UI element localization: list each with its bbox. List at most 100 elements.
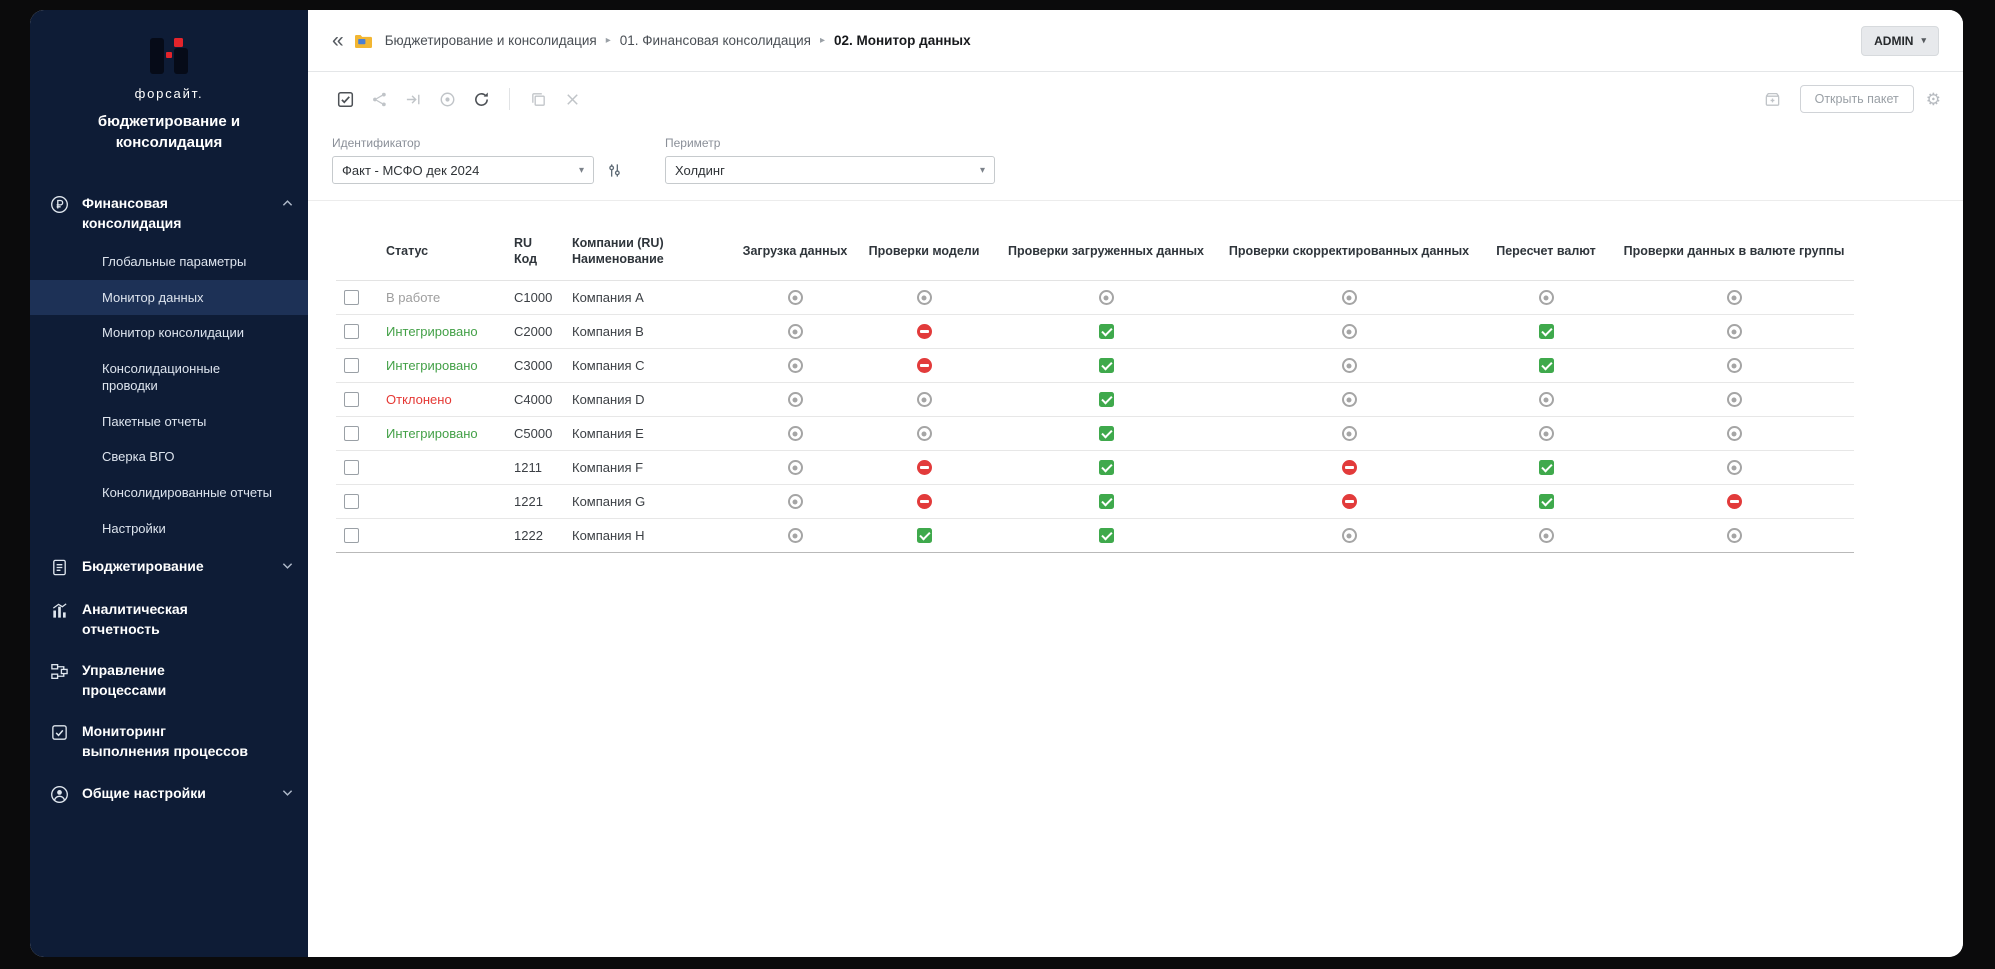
sidebar-subitem[interactable]: Консолидационные проводки	[30, 351, 308, 404]
select-rows-icon[interactable]	[330, 84, 360, 114]
check-ok-icon	[1098, 324, 1114, 340]
row-checkbox[interactable]	[344, 528, 359, 544]
checkbox-cell	[336, 348, 378, 383]
check-cell	[856, 518, 992, 553]
check-cell	[856, 280, 992, 315]
share-icon[interactable]	[364, 84, 394, 114]
ru-code-cell: C4000	[506, 382, 564, 417]
row-checkbox[interactable]	[344, 290, 359, 306]
check-cell	[992, 484, 1220, 519]
user-menu-button[interactable]: ADMIN ▾	[1861, 25, 1939, 56]
sidebar-item-process-management[interactable]: Управление процессами	[30, 650, 308, 711]
table-row: 1211 Компания F	[336, 450, 1854, 485]
check-pending-icon	[1341, 290, 1357, 306]
check-cell	[1220, 450, 1478, 485]
data-monitor-table-container: Статус RU Код Компании (RU) Наименование За…	[308, 201, 1963, 553]
record-circle-icon[interactable]	[432, 84, 462, 114]
check-pending-icon	[787, 392, 803, 408]
status-cell: Интегрировано	[378, 416, 506, 451]
check-cell	[1220, 382, 1478, 417]
sidebar-subitem[interactable]: Пакетные отчеты	[30, 404, 308, 440]
chevron-down-icon: ▾	[578, 164, 584, 176]
sidebar-item-budgeting[interactable]: Бюджетирование	[30, 546, 308, 589]
check-pending-icon	[787, 528, 803, 544]
check-cell	[1220, 416, 1478, 451]
breadcrumb-item[interactable]: 01. Финансовая консолидация	[620, 33, 811, 48]
check-pending-icon	[787, 494, 803, 510]
check-cell	[992, 348, 1220, 383]
folder-icon	[354, 33, 373, 49]
table-row: Интегрировано C5000 Компания E	[336, 416, 1854, 451]
process-monitoring-icon	[50, 723, 70, 743]
company-cell: Компания H	[564, 518, 734, 553]
collapse-sidebar-button[interactable]: «	[332, 30, 344, 51]
check-cell	[734, 348, 856, 383]
app-window: форсайт. бюджетирование и консолидация Ф…	[30, 10, 1963, 957]
status-cell	[378, 518, 506, 553]
check-ok-icon	[916, 528, 932, 544]
chevron-up-icon	[282, 199, 294, 207]
company-cell: Компания F	[564, 450, 734, 485]
sidebar-subitem[interactable]: Сверка ВГО	[30, 439, 308, 475]
sidebar-subitem[interactable]: Монитор консолидации	[30, 315, 308, 351]
sidebar-subitem[interactable]: Настройки	[30, 511, 308, 547]
add-package-icon[interactable]	[1758, 84, 1788, 114]
status-cell: В работе	[378, 280, 506, 315]
table-row: Отклонено C4000 Компания D	[336, 382, 1854, 417]
sidebar-subitem[interactable]: Глобальные параметры	[30, 244, 308, 280]
breadcrumb: Бюджетирование и консолидация ▸ 01. Финанс…	[385, 33, 1849, 48]
check-cell	[734, 382, 856, 417]
check-pending-icon	[1726, 324, 1742, 340]
company-cell: Компания A	[564, 280, 734, 315]
perimeter-select[interactable]: Холдинг ▾	[665, 156, 995, 184]
check-cell	[992, 416, 1220, 451]
row-checkbox[interactable]	[344, 392, 359, 408]
chevron-down-icon: ▾	[979, 164, 985, 176]
sidebar-item-financial-consolidation[interactable]: Финансовая консолидация	[30, 183, 308, 244]
submit-forward-icon[interactable]	[398, 84, 428, 114]
row-checkbox[interactable]	[344, 426, 359, 442]
row-checkbox[interactable]	[344, 460, 359, 476]
breadcrumb-item[interactable]: 02. Монитор данных	[834, 33, 971, 48]
check-cell	[856, 416, 992, 451]
check-cell	[992, 450, 1220, 485]
sidebar-item-general-settings[interactable]: Общие настройки	[30, 773, 308, 816]
check-cell	[1478, 348, 1614, 383]
header-checkbox-cell	[336, 227, 378, 281]
check-cell	[1614, 450, 1854, 485]
check-ok-icon	[1538, 460, 1554, 476]
column-header: Загрузка данных	[734, 227, 856, 281]
row-checkbox[interactable]	[344, 358, 359, 374]
close-icon[interactable]	[557, 84, 587, 114]
row-checkbox[interactable]	[344, 494, 359, 510]
check-cell	[1614, 518, 1854, 553]
checkbox-cell	[336, 416, 378, 451]
row-checkbox[interactable]	[344, 324, 359, 340]
toolbar-divider	[509, 88, 510, 110]
gear-icon[interactable]: ⚙	[1926, 91, 1941, 108]
ru-code-cell: 1221	[506, 484, 564, 519]
check-cell	[1614, 314, 1854, 349]
identifier-select[interactable]: Факт - МСФО дек 2024 ▾	[332, 156, 594, 184]
sidebar-subitem[interactable]: Консолидированные отчеты	[30, 475, 308, 511]
copy-package-icon[interactable]	[523, 84, 553, 114]
check-pending-icon	[1726, 392, 1742, 408]
sidebar-item-analytical-reporting[interactable]: Аналитическая отчетность	[30, 589, 308, 650]
user-name: ADMIN	[1874, 33, 1914, 48]
table-row: В работе C1000 Компания A	[336, 280, 1854, 315]
breadcrumb-item[interactable]: Бюджетирование и консолидация	[385, 33, 597, 48]
status-cell	[378, 484, 506, 519]
foresight-logo-icon	[146, 36, 192, 76]
check-cell	[992, 382, 1220, 417]
logo-red-square	[166, 52, 172, 58]
check-pending-icon	[1341, 392, 1357, 408]
check-cell	[1478, 484, 1614, 519]
sort-settings-icon[interactable]	[606, 156, 623, 184]
open-package-button[interactable]: Открыть пакет	[1799, 85, 1914, 113]
check-cell	[1614, 416, 1854, 451]
table-header-row: Статус RU Код Компании (RU) Наименование За…	[336, 227, 1854, 281]
sidebar-item-process-monitoring[interactable]: Мониторинг выполнения процессов	[30, 711, 308, 772]
sidebar-subitem[interactable]: Монитор данных	[30, 279, 308, 316]
refresh-icon[interactable]	[466, 84, 496, 114]
check-pending-icon	[1726, 290, 1742, 306]
